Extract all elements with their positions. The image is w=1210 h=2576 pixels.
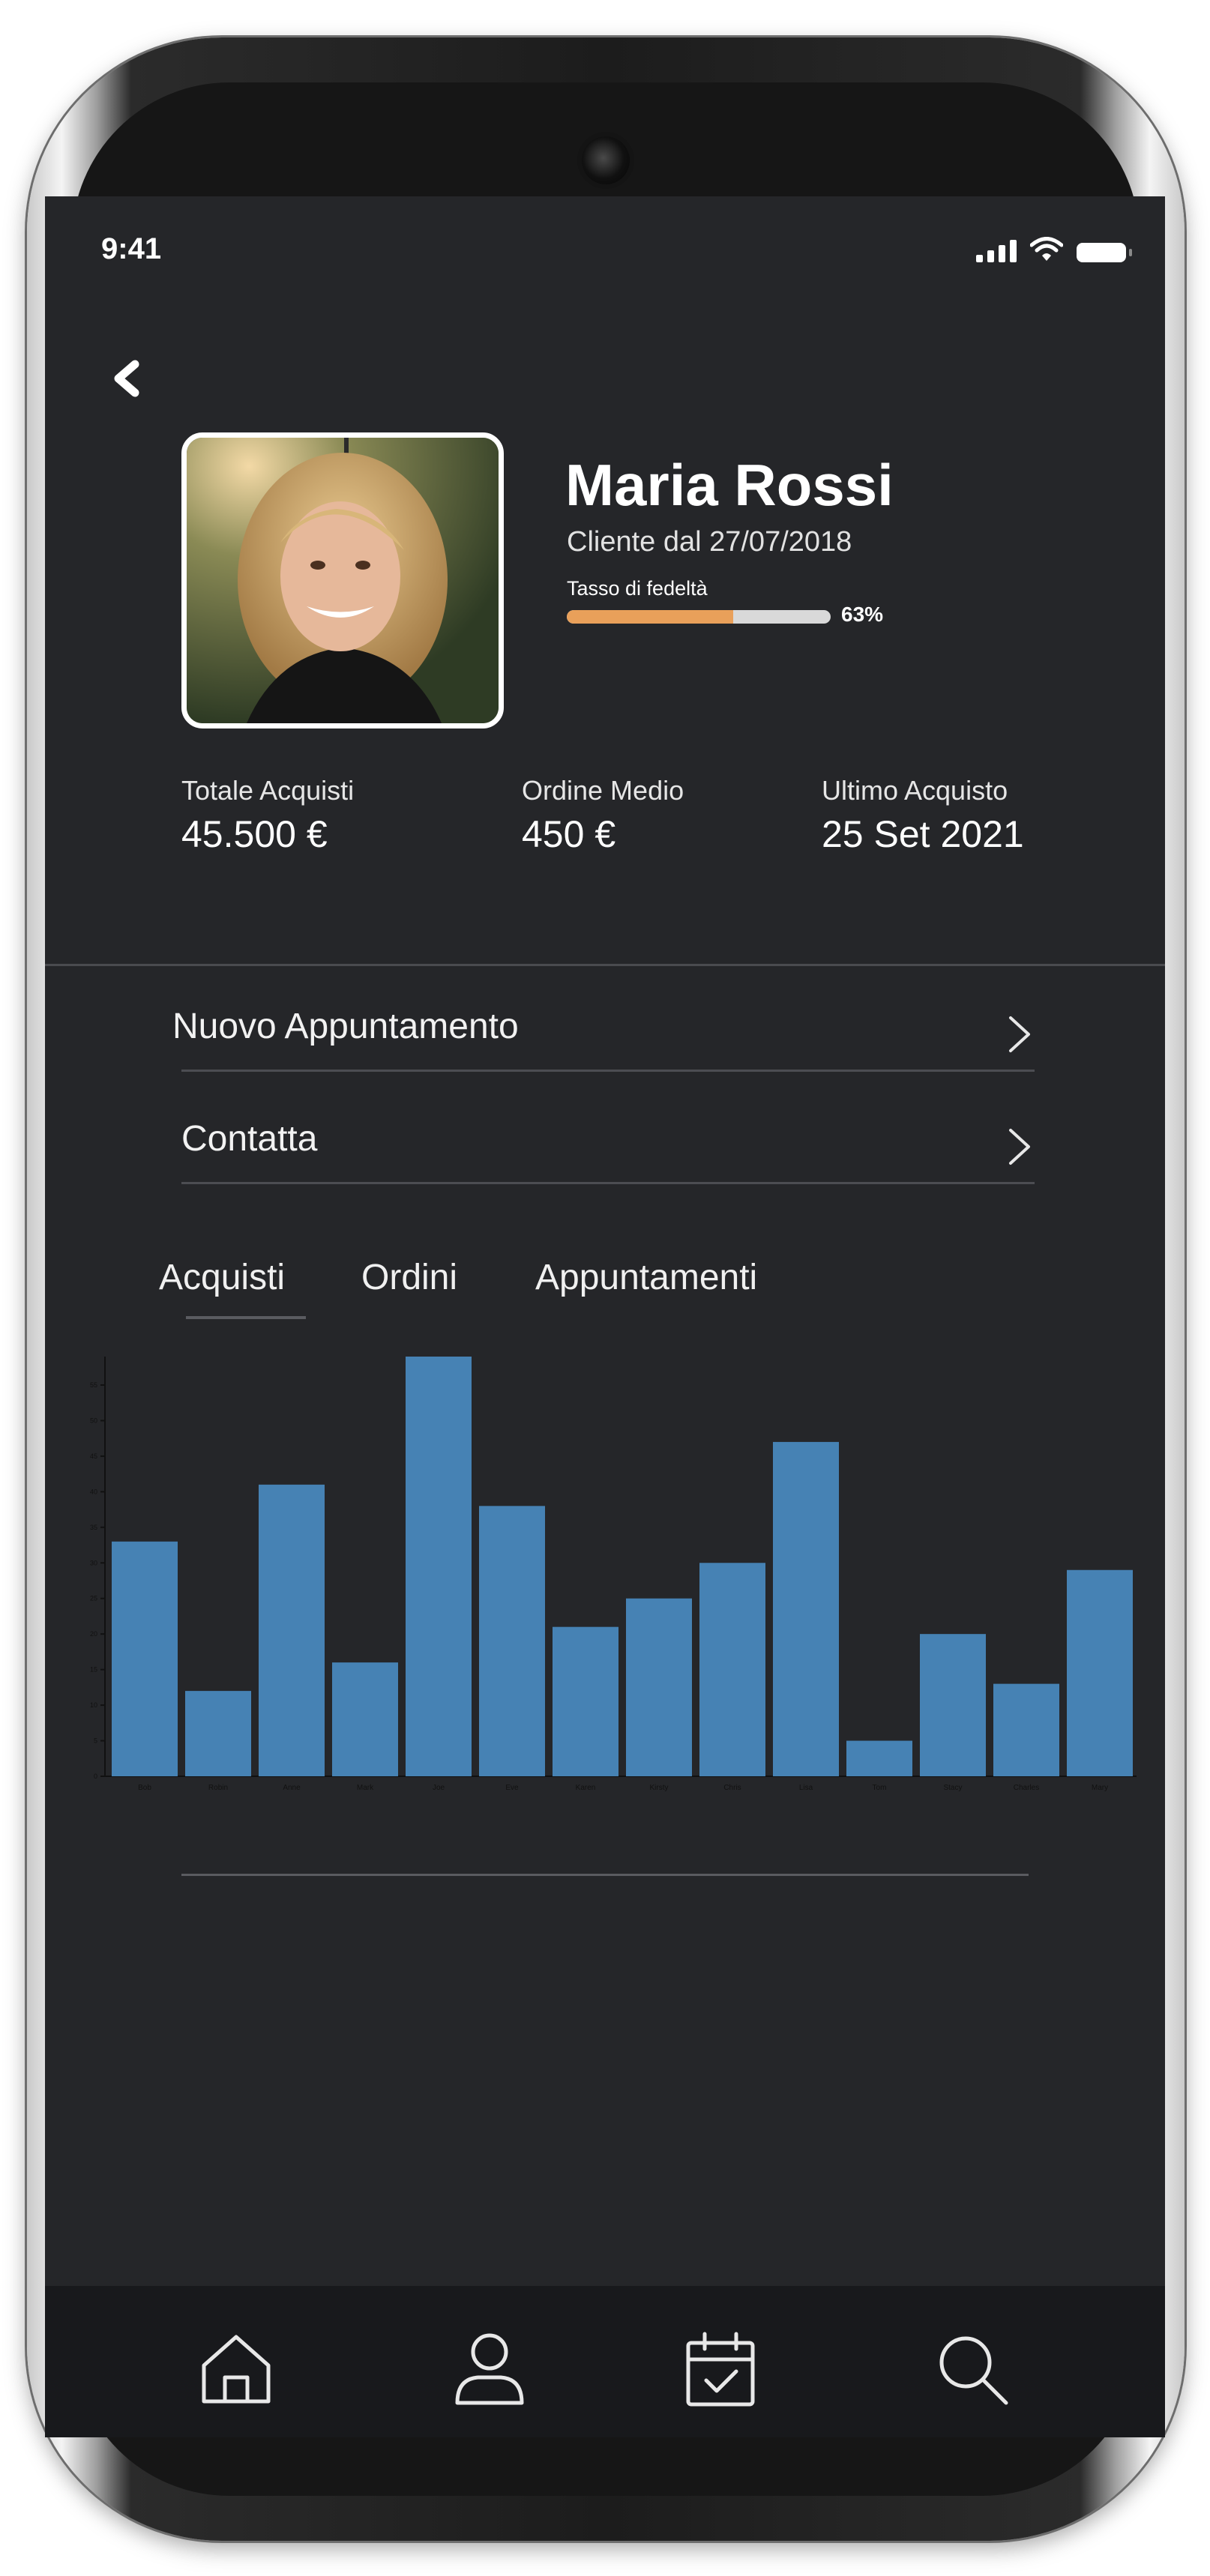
x-tick-label: Bob bbox=[138, 1784, 151, 1792]
tab-ordini[interactable]: Ordini bbox=[361, 1257, 457, 1298]
avatar bbox=[181, 432, 504, 729]
menu-contact[interactable]: Contatta bbox=[172, 1087, 1035, 1184]
front-camera bbox=[582, 136, 630, 184]
x-tick-label: Karen bbox=[576, 1784, 596, 1792]
back-chevron-icon[interactable] bbox=[106, 352, 148, 405]
customer-name: Maria Rossi bbox=[565, 452, 894, 518]
status-icons bbox=[976, 237, 1132, 262]
stat-last-value: 25 Set 2021 bbox=[822, 813, 1024, 855]
menu-divider bbox=[181, 1182, 1035, 1184]
loyalty-progress-fill bbox=[567, 610, 733, 624]
loyalty-label: Tasso di fedeltà bbox=[567, 577, 708, 600]
x-tick-label: Mary bbox=[1092, 1784, 1108, 1792]
bar-lisa bbox=[773, 1441, 839, 1776]
bar-bob bbox=[112, 1541, 178, 1776]
y-tick-label: 50 bbox=[90, 1417, 97, 1424]
stat-average-value: 450 € bbox=[522, 813, 616, 855]
y-tick-label: 55 bbox=[90, 1381, 97, 1389]
menu-new-appointment-label: Nuovo Appuntamento bbox=[172, 1007, 519, 1046]
menu-new-appointment[interactable]: Nuovo Appuntamento bbox=[172, 974, 1035, 1072]
bar-chris bbox=[699, 1563, 765, 1776]
y-tick-label: 10 bbox=[90, 1701, 97, 1709]
y-tick-label: 0 bbox=[94, 1773, 97, 1780]
bar-charles bbox=[993, 1683, 1059, 1776]
status-time: 9:41 bbox=[101, 232, 162, 265]
bar-joe bbox=[406, 1357, 472, 1776]
x-tick-label: Joe bbox=[433, 1784, 445, 1792]
x-tick-label: Lisa bbox=[799, 1784, 813, 1792]
x-tick-label: Charles bbox=[1014, 1784, 1039, 1792]
battery-icon bbox=[1077, 243, 1132, 262]
app-screen: 9:41 Maria Rossi Cliente dal 27/07/2018 … bbox=[45, 196, 1165, 2437]
x-tick-label: Eve bbox=[505, 1784, 519, 1792]
menu-contact-label: Contatta bbox=[181, 1119, 318, 1159]
bar-karen bbox=[553, 1626, 618, 1776]
bar-tom bbox=[846, 1740, 912, 1776]
y-tick-label: 15 bbox=[90, 1666, 97, 1674]
y-tick-label: 5 bbox=[94, 1737, 97, 1745]
stat-total-label: Totale Acquisti bbox=[181, 775, 355, 806]
tab-appuntamenti[interactable]: Appuntamenti bbox=[535, 1257, 757, 1298]
home-icon[interactable] bbox=[195, 2328, 277, 2410]
bar-stacy bbox=[920, 1634, 986, 1776]
bar-robin bbox=[185, 1691, 251, 1776]
bar-mary bbox=[1067, 1569, 1133, 1776]
tab-acquisti[interactable]: Acquisti bbox=[159, 1257, 285, 1298]
x-tick-label: Stacy bbox=[943, 1784, 962, 1792]
bar-kirsty bbox=[626, 1598, 692, 1776]
chevron-right-icon bbox=[1009, 1129, 1030, 1165]
x-tick-label: Mark bbox=[357, 1784, 374, 1792]
bar-anne bbox=[259, 1484, 325, 1776]
stat-total-value: 45.500 € bbox=[181, 813, 328, 855]
x-tick-label: Anne bbox=[283, 1784, 301, 1792]
x-tick-label: Kirsty bbox=[650, 1784, 669, 1792]
wifi-icon bbox=[1030, 237, 1063, 261]
stat-average-label: Ordine Medio bbox=[522, 775, 684, 806]
loyalty-percent: 63% bbox=[841, 603, 884, 626]
customer-since: Cliente dal 27/07/2018 bbox=[567, 526, 852, 558]
y-tick-label: 40 bbox=[90, 1488, 97, 1495]
bar-eve bbox=[479, 1506, 545, 1776]
section-divider bbox=[45, 964, 1165, 966]
signal-icon bbox=[976, 240, 1017, 262]
menu-divider bbox=[181, 1070, 1035, 1072]
stat-last-label: Ultimo Acquisto bbox=[822, 775, 1008, 806]
bar-mark bbox=[332, 1662, 398, 1776]
active-tab-indicator bbox=[186, 1316, 306, 1319]
search-icon[interactable] bbox=[931, 2328, 1014, 2410]
bottom-tab-bar bbox=[45, 2286, 1165, 2437]
y-tick-label: 30 bbox=[90, 1559, 97, 1566]
y-tick-label: 35 bbox=[90, 1524, 97, 1531]
chart-divider bbox=[181, 1874, 1029, 1876]
calendar-check-icon[interactable] bbox=[679, 2328, 762, 2410]
loyalty-progress-bar bbox=[567, 610, 831, 624]
avatar-photo bbox=[187, 438, 499, 723]
x-tick-label: Tom bbox=[873, 1784, 887, 1792]
status-bar: 9:41 bbox=[45, 196, 1165, 309]
chevron-right-icon bbox=[1009, 1016, 1030, 1052]
user-icon[interactable] bbox=[448, 2328, 531, 2410]
x-tick-label: Robin bbox=[208, 1784, 228, 1792]
y-tick-label: 20 bbox=[90, 1630, 97, 1638]
x-tick-label: Chris bbox=[723, 1784, 741, 1792]
purchases-bar-chart: 0 5 10 15 20 25 30 35 40 45 50 55 Bob Robin Anne Mark Jo… bbox=[90, 1357, 1137, 1792]
y-tick-label: 45 bbox=[90, 1453, 97, 1460]
y-tick-label: 25 bbox=[90, 1595, 97, 1602]
